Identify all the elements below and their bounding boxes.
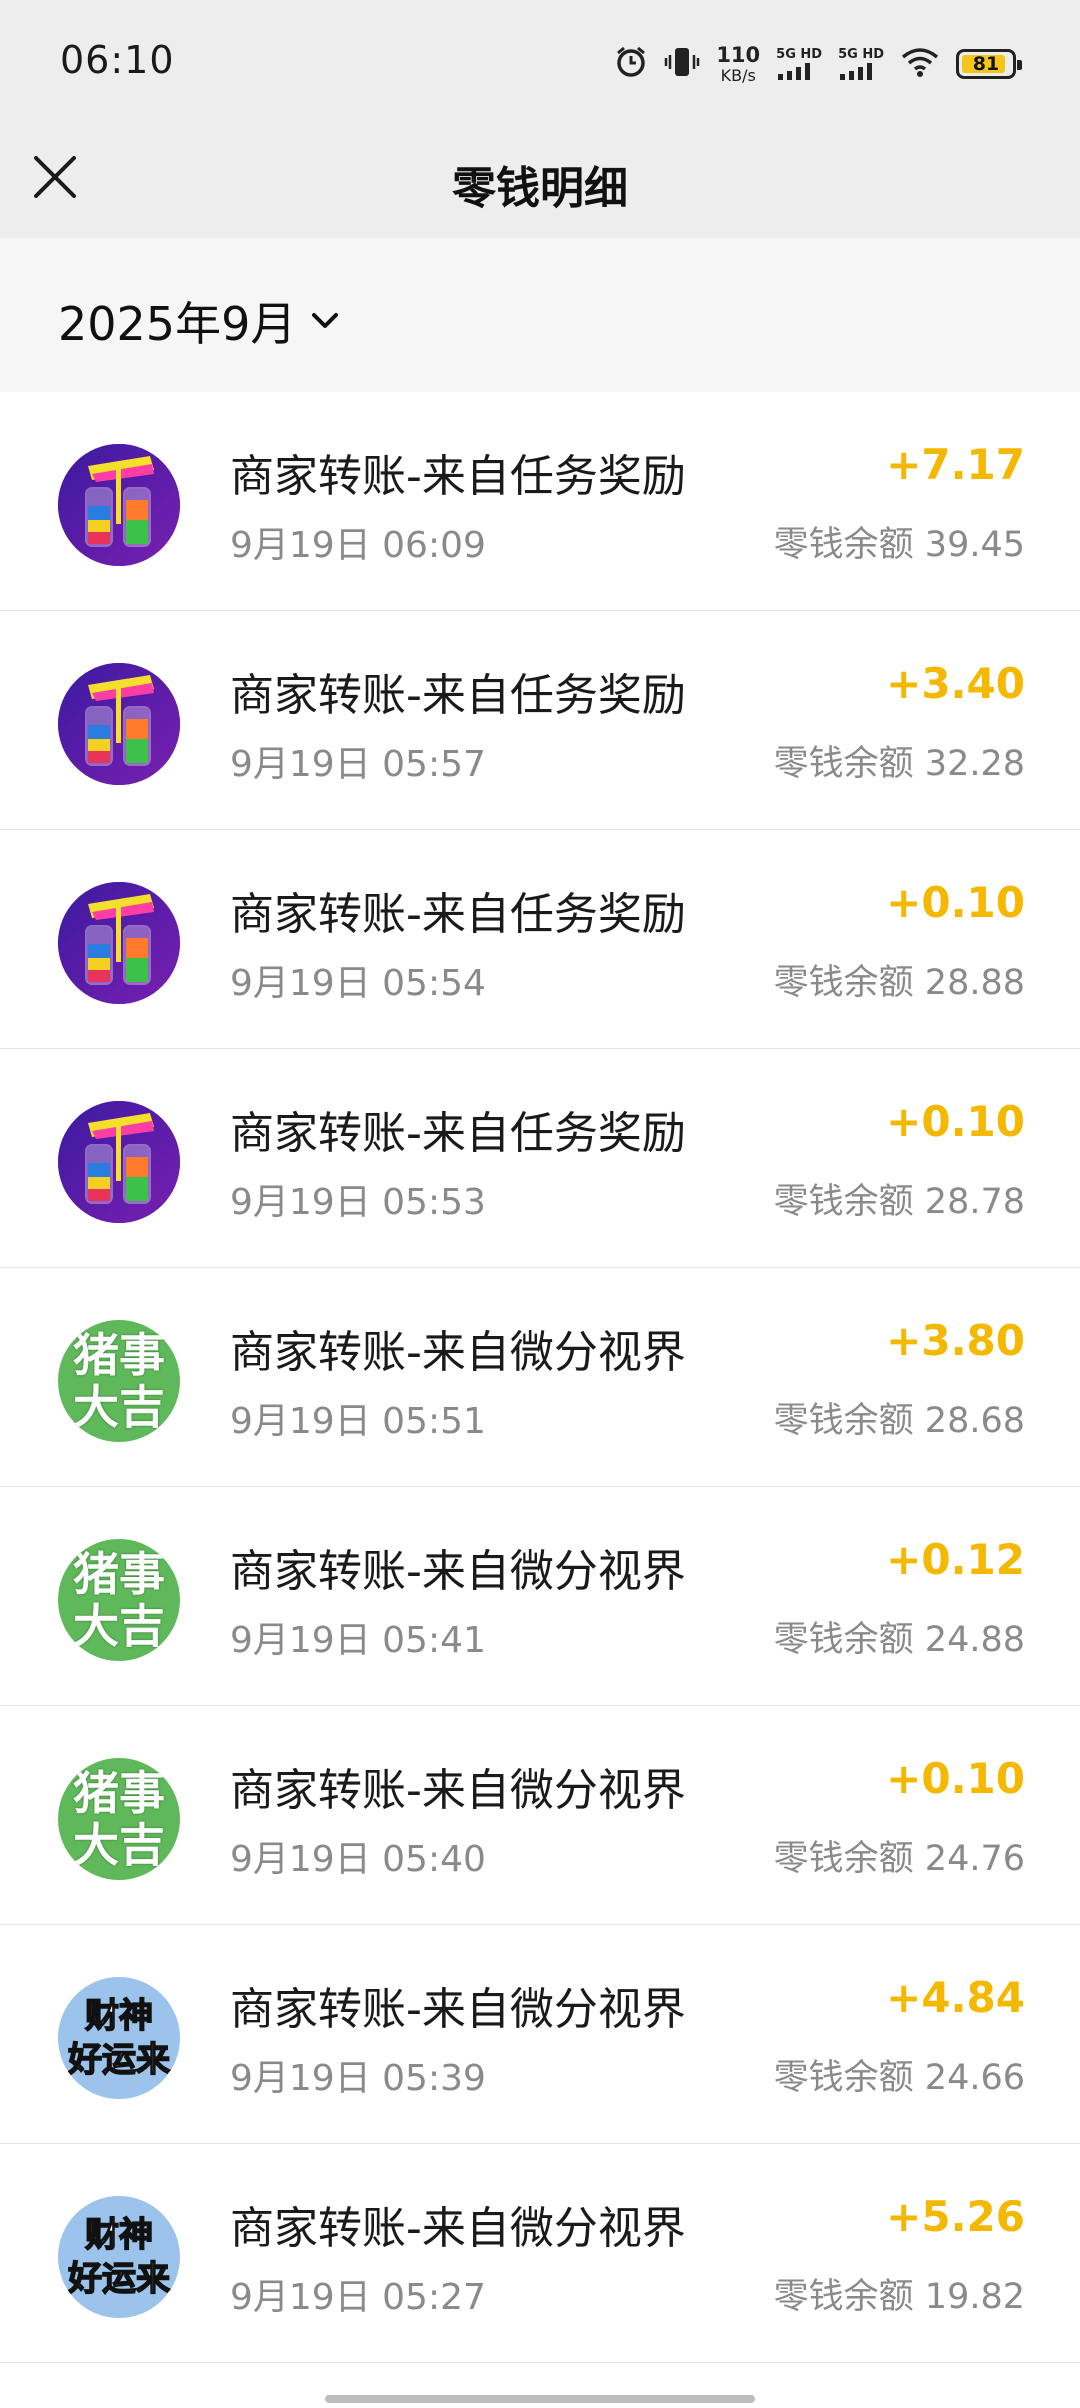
network-speed-value: 110 <box>716 42 761 67</box>
battery-nub <box>1017 60 1022 70</box>
transaction-amount: +0.10 <box>886 1754 1025 1803</box>
game-bottles-avatar <box>58 882 180 1004</box>
vibrate-icon <box>664 45 700 83</box>
avatar-text-line: 大吉 <box>73 1380 165 1434</box>
transaction-amount: +3.40 <box>886 659 1025 708</box>
wealth-god-avatar: 财神 好运来 <box>58 1977 180 2099</box>
list-item[interactable]: 商家转账-来自任务奖励 9月19日 05:53 +0.10 零钱余额 28.78 <box>0 1049 1080 1268</box>
transaction-time: 9月19日 05:51 <box>230 1401 486 1442</box>
transaction-amount: +5.26 <box>886 2192 1025 2241</box>
transaction-list: 商家转账-来自任务奖励 9月19日 06:09 +7.17 零钱余额 39.45 商家转… <box>0 392 1080 2363</box>
signal-bars-icon <box>840 62 873 80</box>
avatar-text-line: 好运来 <box>67 2258 171 2300</box>
status-bar: 06:10 110 KB/s 5G HD 5G HD 81 <box>0 0 1080 124</box>
filter-bar: 2025年9月 <box>0 238 1080 392</box>
alarm-icon <box>614 45 648 83</box>
transaction-time: 9月19日 05:41 <box>230 1620 486 1661</box>
transaction-time: 9月19日 05:53 <box>230 1182 486 1223</box>
avatar-text-line: 大吉 <box>73 1599 165 1653</box>
battery-percent: 81 <box>972 53 1000 75</box>
avatar-text: 猪事 大吉 <box>73 1548 165 1652</box>
list-item[interactable]: 财神 好运来 商家转账-来自微分视界 9月19日 05:27 +5.26 零钱余额 19.… <box>0 2144 1080 2363</box>
signal-bars-icon <box>778 62 811 80</box>
network-speed: 110 KB/s <box>716 42 761 85</box>
list-item[interactable]: 猪事 大吉 商家转账-来自微分视界 9月19日 05:41 +0.12 零钱余额 24.8… <box>0 1487 1080 1706</box>
network-speed-unit: KB/s <box>720 65 756 85</box>
transaction-balance: 零钱余额 28.68 <box>773 1401 1025 1441</box>
transaction-amount: +0.10 <box>886 878 1025 927</box>
list-item[interactable]: 猪事 大吉 商家转账-来自微分视界 9月19日 05:40 +0.10 零钱余额 24.7… <box>0 1706 1080 1925</box>
status-icons: 110 KB/s 5G HD 5G HD 81 <box>614 40 1022 88</box>
page-title: 零钱明细 <box>452 163 628 214</box>
transaction-balance: 零钱余额 24.76 <box>773 1839 1025 1879</box>
transaction-title: 商家转账-来自微分视界 <box>230 1765 686 1816</box>
game-bottles-avatar <box>58 444 180 566</box>
transaction-title: 商家转账-来自任务奖励 <box>230 670 686 721</box>
transaction-amount: +0.10 <box>886 1097 1025 1146</box>
sim1-label: 5G HD <box>776 46 823 62</box>
transaction-amount: +3.80 <box>886 1316 1025 1365</box>
list-item[interactable]: 商家转账-来自任务奖励 9月19日 05:54 +0.10 零钱余额 28.88 <box>0 830 1080 1049</box>
transaction-time: 9月19日 05:54 <box>230 963 486 1004</box>
avatar-text: 财神 好运来 <box>67 2213 171 2301</box>
transaction-title: 商家转账-来自微分视界 <box>230 1984 686 2035</box>
transaction-title: 商家转账-来自任务奖励 <box>230 1108 686 1159</box>
game-bottles-avatar <box>58 1101 180 1223</box>
sim2-label: 5G HD <box>838 46 884 62</box>
pig-luck-avatar: 猪事 大吉 <box>58 1539 180 1661</box>
transaction-balance: 零钱余额 19.82 <box>773 2277 1025 2317</box>
sim2-signal: 5G HD <box>838 48 884 81</box>
list-item[interactable]: 商家转账-来自任务奖励 9月19日 05:57 +3.40 零钱余额 32.28 <box>0 611 1080 830</box>
month-picker[interactable]: 2025年9月 <box>58 288 340 354</box>
transaction-amount: +4.84 <box>886 1973 1025 2022</box>
transaction-title: 商家转账-来自微分视界 <box>230 2203 686 2254</box>
transaction-time: 9月19日 05:27 <box>230 2277 486 2318</box>
chevron-down-icon <box>312 313 339 328</box>
transaction-amount: +0.12 <box>886 1535 1025 1584</box>
status-time: 06:10 <box>60 38 175 82</box>
avatar-text-line: 财神 <box>84 1995 154 2037</box>
month-label: 2025年9月 <box>58 297 297 351</box>
pig-luck-avatar: 猪事 大吉 <box>58 1320 180 1442</box>
transaction-balance: 零钱余额 39.45 <box>773 525 1025 565</box>
transaction-time: 9月19日 06:09 <box>230 525 486 566</box>
avatar-text-line: 猪事 <box>73 1328 165 1382</box>
wealth-god-avatar: 财神 好运来 <box>58 2196 180 2318</box>
transaction-balance: 零钱余额 24.66 <box>773 2058 1025 2098</box>
avatar-text-line: 大吉 <box>73 1818 165 1872</box>
avatar-text-line: 猪事 <box>73 1766 165 1820</box>
avatar-text: 猪事 大吉 <box>73 1767 165 1871</box>
sim1-signal: 5G HD <box>776 48 822 81</box>
transaction-time: 9月19日 05:39 <box>230 2058 486 2099</box>
avatar-text-line: 猪事 <box>73 1547 165 1601</box>
transaction-time: 9月19日 05:40 <box>230 1839 486 1880</box>
transaction-title: 商家转账-来自任务奖励 <box>230 889 686 940</box>
avatar-text: 猪事 大吉 <box>73 1329 165 1433</box>
transaction-amount: +7.17 <box>886 440 1025 489</box>
avatar-text: 财神 好运来 <box>67 1994 171 2082</box>
transaction-time: 9月19日 05:57 <box>230 744 486 785</box>
transaction-title: 商家转账-来自微分视界 <box>230 1546 686 1597</box>
transaction-balance: 零钱余额 28.88 <box>773 963 1025 1003</box>
nav-bar: 零钱明细 <box>0 124 1080 238</box>
home-indicator[interactable] <box>325 2395 755 2403</box>
list-item[interactable]: 商家转账-来自任务奖励 9月19日 06:09 +7.17 零钱余额 39.45 <box>0 392 1080 611</box>
game-bottles-avatar <box>58 663 180 785</box>
pig-luck-avatar: 猪事 大吉 <box>58 1758 180 1880</box>
list-item[interactable]: 财神 好运来 商家转账-来自微分视界 9月19日 05:39 +4.84 零钱余额 24.… <box>0 1925 1080 2144</box>
transaction-balance: 零钱余额 24.88 <box>773 1620 1025 1660</box>
transaction-balance: 零钱余额 32.28 <box>773 744 1025 784</box>
wifi-icon <box>900 46 940 82</box>
transaction-balance: 零钱余额 28.78 <box>773 1182 1025 1222</box>
transaction-title: 商家转账-来自微分视界 <box>230 1327 686 1378</box>
avatar-text-line: 财神 <box>84 2214 154 2256</box>
avatar-text-line: 好运来 <box>67 2039 171 2081</box>
top-area: 06:10 110 KB/s 5G HD 5G HD 81 零钱明细 <box>0 0 1080 238</box>
list-item[interactable]: 猪事 大吉 商家转账-来自微分视界 9月19日 05:51 +3.80 零钱余额 28.6… <box>0 1268 1080 1487</box>
transaction-title: 商家转账-来自任务奖励 <box>230 451 686 502</box>
battery-icon: 81 <box>956 49 1022 79</box>
